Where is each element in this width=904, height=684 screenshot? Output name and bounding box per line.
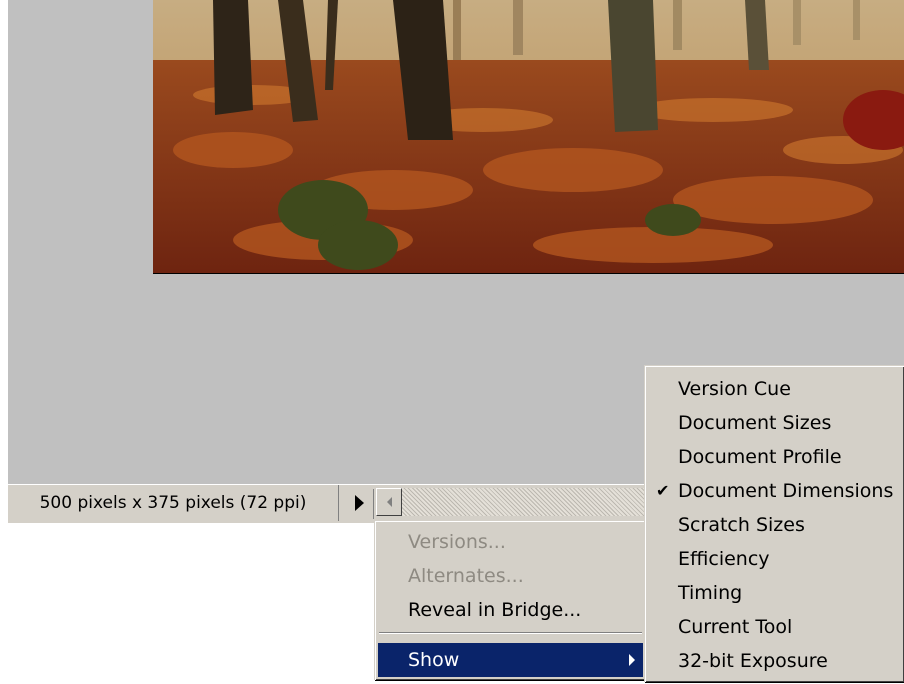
menu-item-show-label: Show [408, 649, 460, 671]
document-image-autumn-forest[interactable] [153, 0, 904, 274]
submenu-item-version-cue[interactable]: Version Cue [648, 372, 901, 406]
scroll-left-button[interactable] [376, 488, 402, 516]
show-submenu: Version Cue Document Sizes Document Prof… [644, 365, 904, 682]
menu-separator [379, 632, 642, 634]
checkmark-icon: ✔ [656, 481, 670, 500]
submenu-item-32-bit-exposure[interactable]: 32-bit Exposure [648, 644, 901, 678]
submenu-item-document-dimensions-label: Document Dimensions [678, 480, 894, 502]
submenu-item-timing[interactable]: Timing [648, 576, 901, 610]
submenu-item-document-dimensions[interactable]: ✔ Document Dimensions [648, 474, 901, 508]
submenu-item-document-profile[interactable]: Document Profile [648, 440, 901, 474]
submenu-item-document-sizes[interactable]: Document Sizes [648, 406, 901, 440]
submenu-item-current-tool[interactable]: Current Tool [648, 610, 901, 644]
menu-item-versions: Versions... [408, 531, 506, 553]
menu-item-show[interactable]: Show [378, 643, 643, 677]
left-arrow-icon [386, 497, 392, 507]
status-popup-menu: Versions... Alternates... Reveal in Brid… [374, 520, 646, 680]
document-info-text: 500 pixels x 375 pixels (72 ppi) [8, 485, 339, 521]
status-menu-button[interactable] [348, 491, 370, 515]
submenu-item-efficiency[interactable]: Efficiency [648, 542, 901, 576]
submenu-item-scratch-sizes[interactable]: Scratch Sizes [648, 508, 901, 542]
menu-item-alternates: Alternates... [408, 565, 524, 587]
status-divider [373, 489, 374, 519]
right-triangle-icon [354, 495, 364, 511]
submenu-arrow-icon [629, 654, 635, 666]
menu-item-reveal-in-bridge[interactable]: Reveal in Bridge... [378, 593, 643, 627]
